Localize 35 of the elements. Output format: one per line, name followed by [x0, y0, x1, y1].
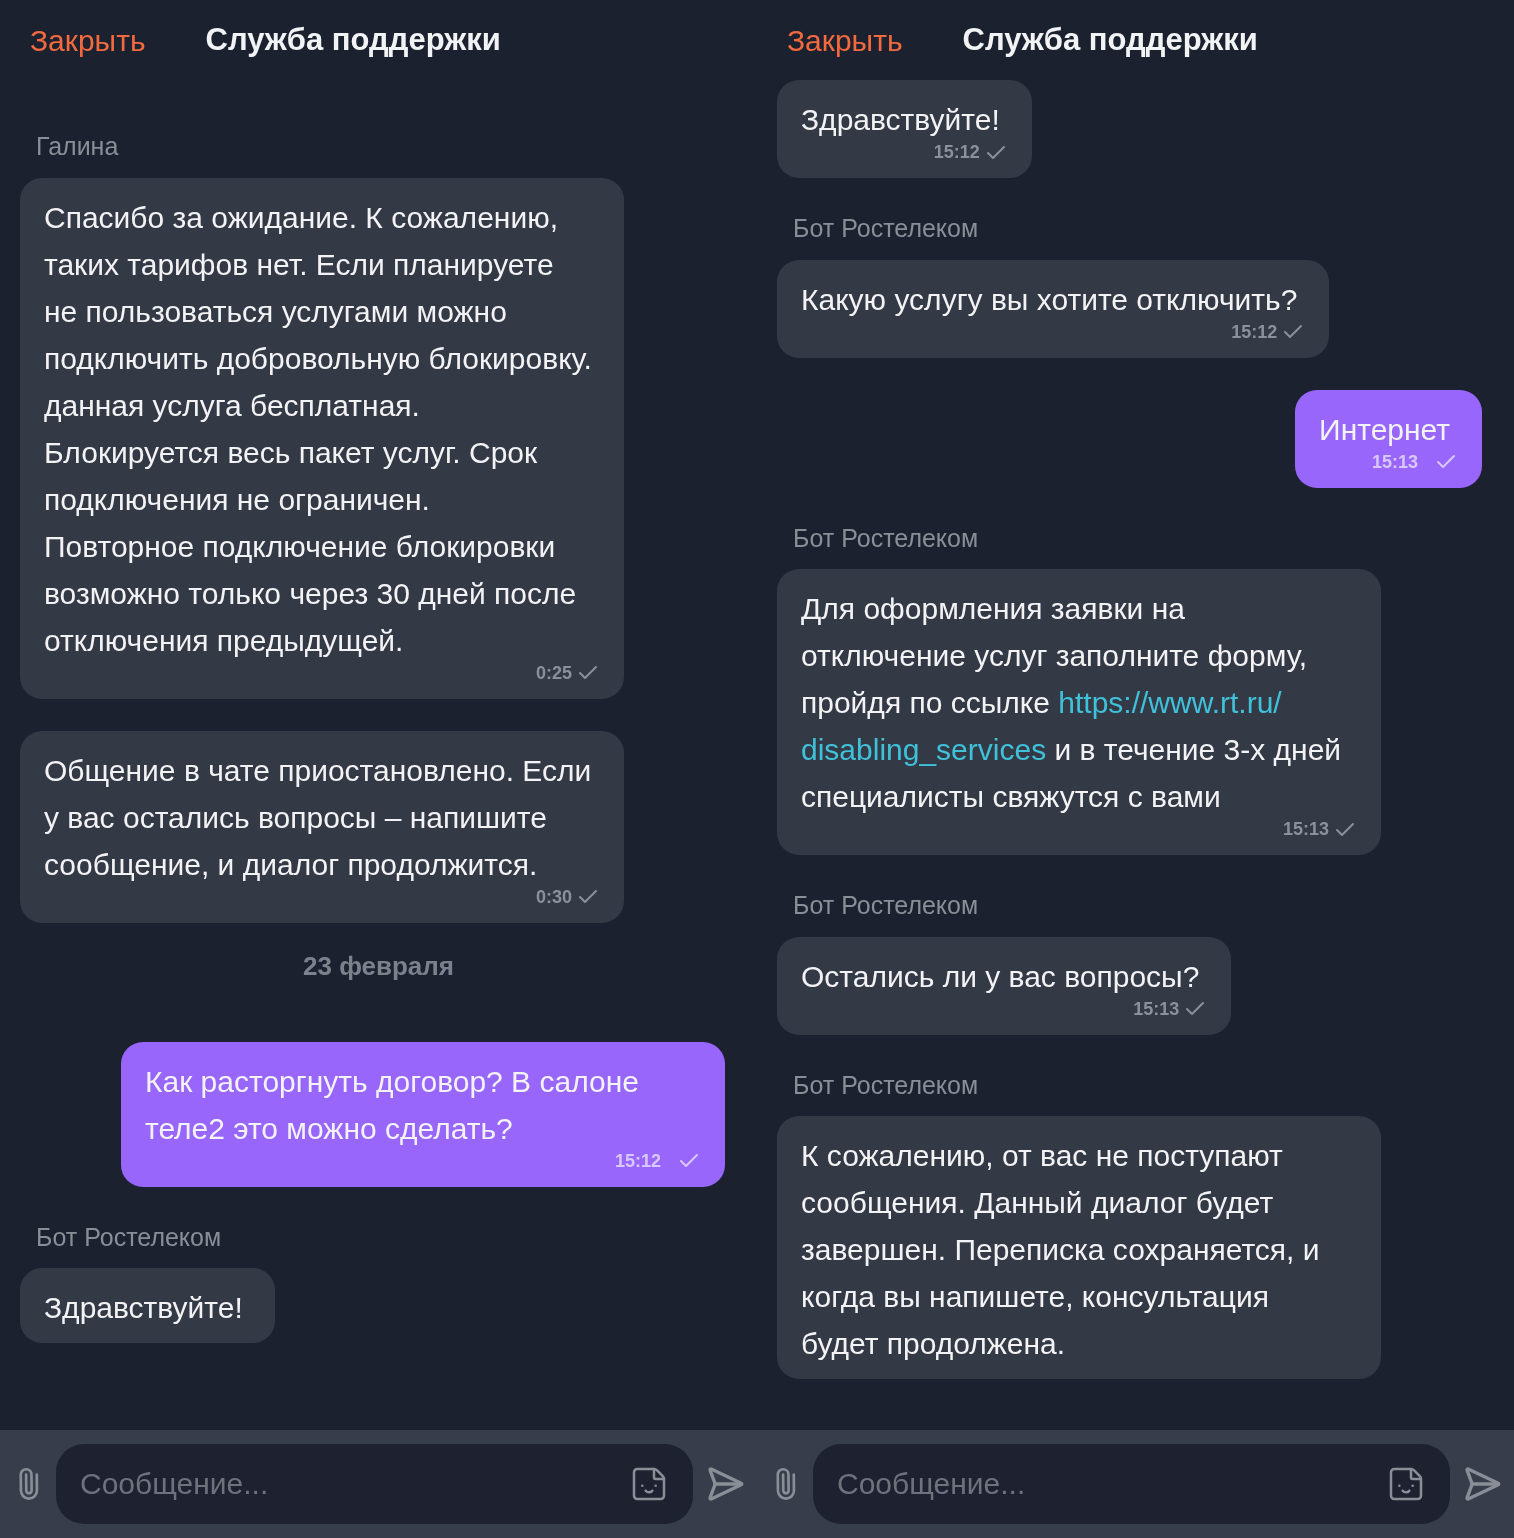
message-input[interactable]: Сообщение...	[56, 1444, 693, 1524]
message-text: Как расторгнуть договор? В салоне теле2 это можно сделать?	[145, 1063, 640, 1147]
link[interactable]: disabling_services	[801, 733, 1047, 766]
message-time: 0:25	[535, 661, 572, 685]
message-text: Остались ли у вас вопросы?	[801, 958, 1201, 995]
message-time: 15:13	[1282, 818, 1329, 841]
sender-name: Бот Ростелеком	[793, 1069, 979, 1101]
chat-title: Служба поддержки	[205, 20, 501, 59]
message-text: Спасибо за ожидание. К сожалению, таких тарифов нет. Если планируете не пользоваться услугами можно подключить добровольную блокировку. данная услуга бесплатная. Блокируется весь пакет услуг. Срок подключения не ограничен. Повторное подключение блокировки возможно только через 30 дней после отключения предыдущей.	[44, 199, 593, 659]
sender-name: Галина	[36, 131, 119, 162]
send-icon[interactable]	[705, 1464, 745, 1504]
message-time: 15:12	[933, 141, 980, 164]
link[interactable]: https://www.rt.ru/	[1058, 686, 1282, 719]
close-button[interactable]: Закрыть	[30, 17, 146, 63]
message-text: Общение в чате приостановлено. Если у вас остались вопросы – напишите сообщение, и диалог продолжится.	[44, 752, 593, 883]
message-text: Для оформления заявки на отключение услуг заполните форму, пройдя по ссылке https://www.rt.ru/ disabling_services и в течение 3-х дней специалисты свяжутся с вами	[801, 591, 1343, 815]
message-text: Здравствуйте!	[44, 1290, 244, 1326]
send-icon[interactable]	[1462, 1464, 1502, 1504]
chat-title: Служба поддержки	[962, 20, 1258, 59]
message-input[interactable]: Сообщение...	[813, 1444, 1450, 1524]
date-separator: 23 февраля	[303, 949, 454, 983]
sender-name: Бот Ростелеком	[793, 522, 979, 554]
message-time: 15:12	[1231, 320, 1278, 344]
sender-name: Бот Ростелеком	[36, 1221, 222, 1253]
message-text: Здравствуйте!	[801, 102, 1001, 138]
message-text: Интернет	[1319, 411, 1451, 448]
message-time: 15:13	[1133, 997, 1180, 1021]
sender-name: Бот Ростелеком	[793, 213, 979, 244]
close-button[interactable]: Закрыть	[787, 17, 903, 63]
message-time: 15:13	[1371, 450, 1418, 474]
message-text: Какую услугу вы хотите отключить?	[801, 281, 1299, 318]
message-time: 15:12	[614, 1149, 661, 1173]
sender-name: Бот Ростелеком	[793, 890, 979, 921]
message-text: К сожалению, от вас не поступают сообщения. Данный диалог будет завершен. Переписка сохраняется, и когда вы напишете, консультация будет продолжена.	[801, 1138, 1321, 1362]
message-time: 0:30	[535, 885, 572, 909]
